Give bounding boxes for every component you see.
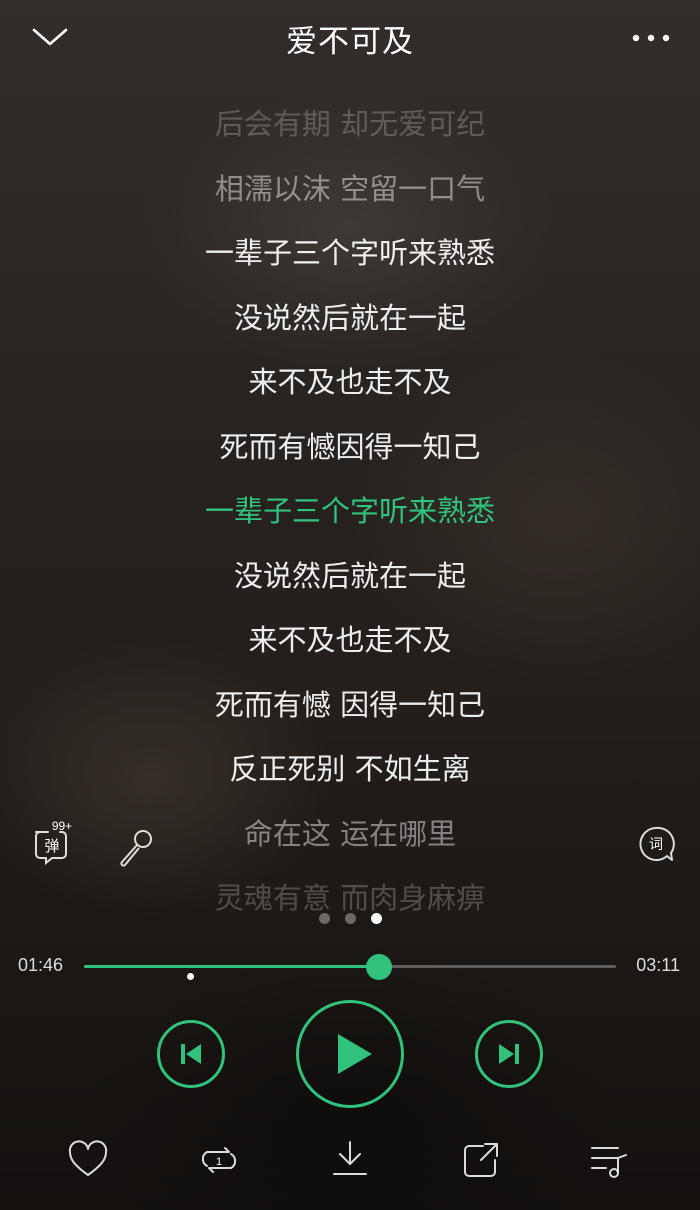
heart-icon [68,1140,108,1176]
more-button[interactable] [630,28,672,48]
lyrics-panel[interactable]: 后会有期 却无爱可纪 相濡以沫 空留一口气 一辈子三个字听来熟悉 没说然后就在一起 来不… [0,92,700,922]
progress-fill [84,965,380,968]
progress-track [84,965,616,980]
lyric-label: 词 [649,837,663,853]
lyric-line: 相濡以沫 空留一口气 [214,171,486,206]
page-indicator [0,913,700,924]
page-dot[interactable] [318,913,330,924]
share-button[interactable] [459,1138,503,1182]
previous-button[interactable] [157,1020,225,1088]
danmaku-label: 弹 [44,837,59,855]
more-dots-icon [632,34,670,42]
download-button[interactable] [328,1138,372,1182]
repeat-mode-button[interactable]: 1 [197,1138,241,1182]
microphone-icon [120,830,152,867]
lyric-line: 死而有憾 因得一知己 [214,687,486,722]
previous-track-icon [181,1044,201,1064]
play-button[interactable] [296,1000,404,1108]
lyric-line: 没说然后就在一起 [233,300,466,335]
like-button[interactable] [66,1138,110,1182]
playlist-button[interactable] [588,1138,632,1182]
play-icon [338,1034,372,1074]
playlist-icon [591,1147,627,1178]
repeat-one-icon: 1 [201,1147,237,1173]
lyric-line: 命在这 运在哪里 [243,816,457,851]
player-header: 爱不可及 [0,0,700,80]
page-dot[interactable] [370,913,382,924]
danmaku-icon: 弹 99+ [35,819,72,866]
next-track-icon [499,1044,519,1064]
next-button[interactable] [475,1020,543,1088]
song-title: 爱不可及 [286,24,414,60]
danmaku-count-badge: 99+ [52,819,72,833]
total-time: 03:11 [636,955,680,975]
karaoke-button[interactable] [116,826,158,868]
lyric-line: 后会有期 却无爱可纪 [214,107,486,141]
lyric-line: 来不及也走不及 [248,623,452,657]
progress-thumb[interactable] [366,954,393,980]
lyric-line: 死而有憾因得一知己 [219,429,481,464]
share-icon [464,1143,498,1177]
progress-marker [187,973,195,980]
svg-text:1: 1 [216,1156,222,1168]
progress-slider[interactable] [84,954,616,980]
lyric-button[interactable]: 词 [636,824,676,864]
lyric-line: 没说然后就在一起 [233,558,466,593]
download-icon [333,1141,367,1175]
page-dot[interactable] [344,913,356,924]
lyric-line: 反正死别 不如生离 [229,752,471,786]
current-time: 01:46 [18,955,64,975]
lyric-line-current: 一辈子三个字听来熟悉 [204,494,495,528]
danmaku-button[interactable]: 弹 99+ [30,818,80,868]
lyric-line: 一辈子三个字听来熟悉 [204,236,495,270]
lyric-line: 来不及也走不及 [248,365,452,399]
lyric-icon: 词 [639,826,675,861]
